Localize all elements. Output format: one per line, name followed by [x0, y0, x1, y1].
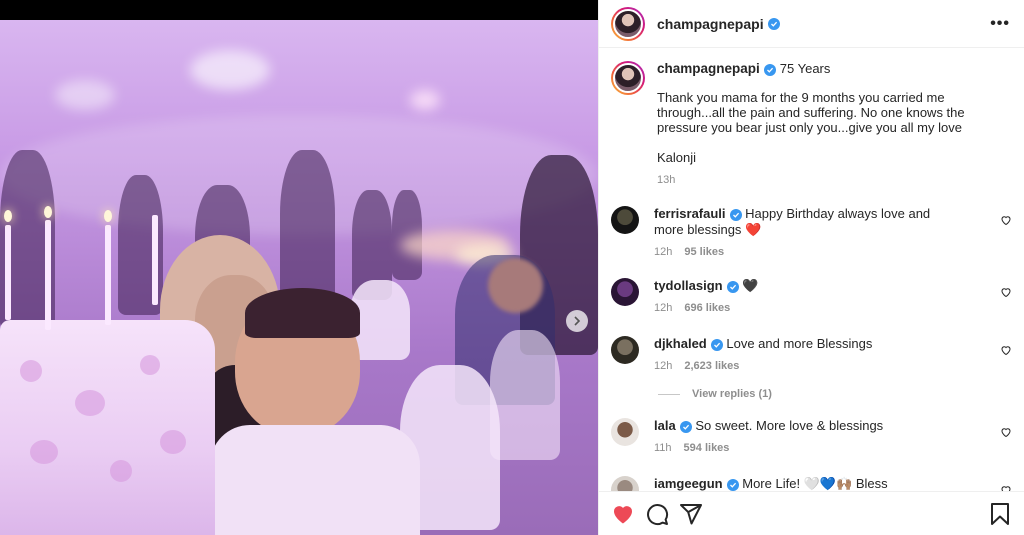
post-caption: champagnepapi 75 Years Thank you mama for… [599, 49, 1024, 188]
comment-username[interactable]: lala [654, 418, 676, 433]
candle-flame [104, 210, 112, 222]
verified-badge-icon [710, 339, 723, 351]
candle [105, 225, 111, 325]
paper-plane-icon[interactable] [679, 502, 703, 526]
comment-item: iamgeegun More Life! 🤍💙🙌🏽 Bless [599, 476, 1024, 491]
caption-title: 75 Years [779, 61, 831, 76]
candle-flame [4, 210, 12, 222]
comment-username[interactable]: ferrisrafauli [654, 206, 726, 221]
commenter-avatar[interactable] [611, 418, 639, 446]
verified-badge-icon [763, 64, 776, 76]
caption-timestamp[interactable]: 13h [657, 173, 1010, 188]
view-replies-button[interactable]: View replies (1) [658, 388, 1024, 400]
comment-item: ferrisrafauli Happy Birthday always love… [599, 206, 1024, 260]
candle [152, 215, 158, 305]
post-photo [0, 20, 598, 535]
heart-icon[interactable] [611, 502, 635, 526]
caption-text: Thank you mama for the 9 months you carr… [657, 90, 965, 135]
author-username[interactable]: champagnepapi [657, 16, 764, 32]
chandelier-light [190, 50, 270, 90]
more-options-icon[interactable]: ••• [990, 15, 1010, 33]
background-person [280, 150, 335, 310]
birthday-cake [0, 320, 215, 535]
comment-likes[interactable]: 594 likes [684, 442, 730, 454]
comment-icon[interactable] [645, 502, 669, 526]
comment-like-heart-icon[interactable] [1000, 286, 1012, 298]
comment-item: tydollasign 🖤 12h 696 likes [599, 278, 1024, 316]
post-action-bar [599, 491, 1024, 535]
comment-username[interactable]: djkhaled [654, 336, 707, 351]
comment-like-heart-icon[interactable] [1000, 426, 1012, 438]
comment-username[interactable]: tydollasign [654, 278, 723, 293]
verified-badge-icon [726, 281, 739, 293]
comment-time[interactable]: 12h [654, 302, 672, 314]
chevron-right-icon [574, 316, 581, 326]
verified-badge-icon [679, 421, 692, 433]
comment-username[interactable]: iamgeegun [654, 476, 723, 491]
chandelier-light [55, 80, 115, 110]
verified-badge-icon [729, 209, 742, 221]
commenter-avatar[interactable] [611, 476, 639, 491]
comments-scroll-area[interactable]: champagnepapi 75 Years Thank you mama for… [599, 49, 1024, 491]
next-photo-button[interactable] [566, 310, 588, 332]
candle-flame [44, 206, 52, 218]
girl-shirt [210, 425, 420, 535]
comment-time[interactable]: 12h [654, 246, 672, 258]
girl-hair [245, 288, 360, 338]
caption-signature: Kalonji [657, 150, 697, 165]
comment-likes[interactable]: 2,623 likes [684, 360, 739, 372]
comment-likes[interactable]: 95 likes [684, 246, 724, 258]
author-avatar[interactable] [611, 6, 645, 41]
comment-like-heart-icon[interactable] [1000, 484, 1012, 491]
comment-text: Love and more Blessings [726, 336, 873, 351]
comment-text: 🖤 [742, 278, 759, 293]
view-replies-label: View replies (1) [692, 388, 772, 400]
comment-item: lala So sweet. More love & blessings 11h… [599, 418, 1024, 456]
wall-light [410, 90, 440, 110]
candle [45, 220, 51, 330]
candle [5, 225, 11, 320]
comment-text: So sweet. More love & blessings [695, 418, 884, 433]
verified-badge-icon [726, 479, 739, 491]
comment-time[interactable]: 12h [654, 360, 672, 372]
chair [490, 330, 560, 460]
seated-guest-head [488, 258, 543, 313]
author-avatar[interactable] [611, 61, 645, 95]
bookmark-icon[interactable] [988, 502, 1012, 526]
commenter-avatar[interactable] [611, 336, 639, 364]
comment-item: djkhaled Love and more Blessings 12h 2,62… [599, 336, 1024, 374]
caption-username[interactable]: champagnepapi [657, 61, 760, 76]
comment-like-heart-icon[interactable] [1000, 214, 1012, 226]
commenter-avatar[interactable] [611, 206, 639, 234]
post-header: champagnepapi ••• [599, 0, 1024, 48]
comment-time[interactable]: 11h [654, 442, 672, 454]
comment-likes[interactable]: 696 likes [684, 302, 730, 314]
commenter-avatar[interactable] [611, 278, 639, 306]
verified-badge-icon [767, 17, 780, 30]
comment-text: More Life! 🤍💙🙌🏽 Bless [742, 476, 888, 491]
post-photo-pane [0, 0, 598, 535]
comment-like-heart-icon[interactable] [1000, 344, 1012, 356]
replies-divider [658, 393, 680, 395]
post-details-panel: champagnepapi ••• champagnepapi 75 Years … [598, 0, 1024, 535]
